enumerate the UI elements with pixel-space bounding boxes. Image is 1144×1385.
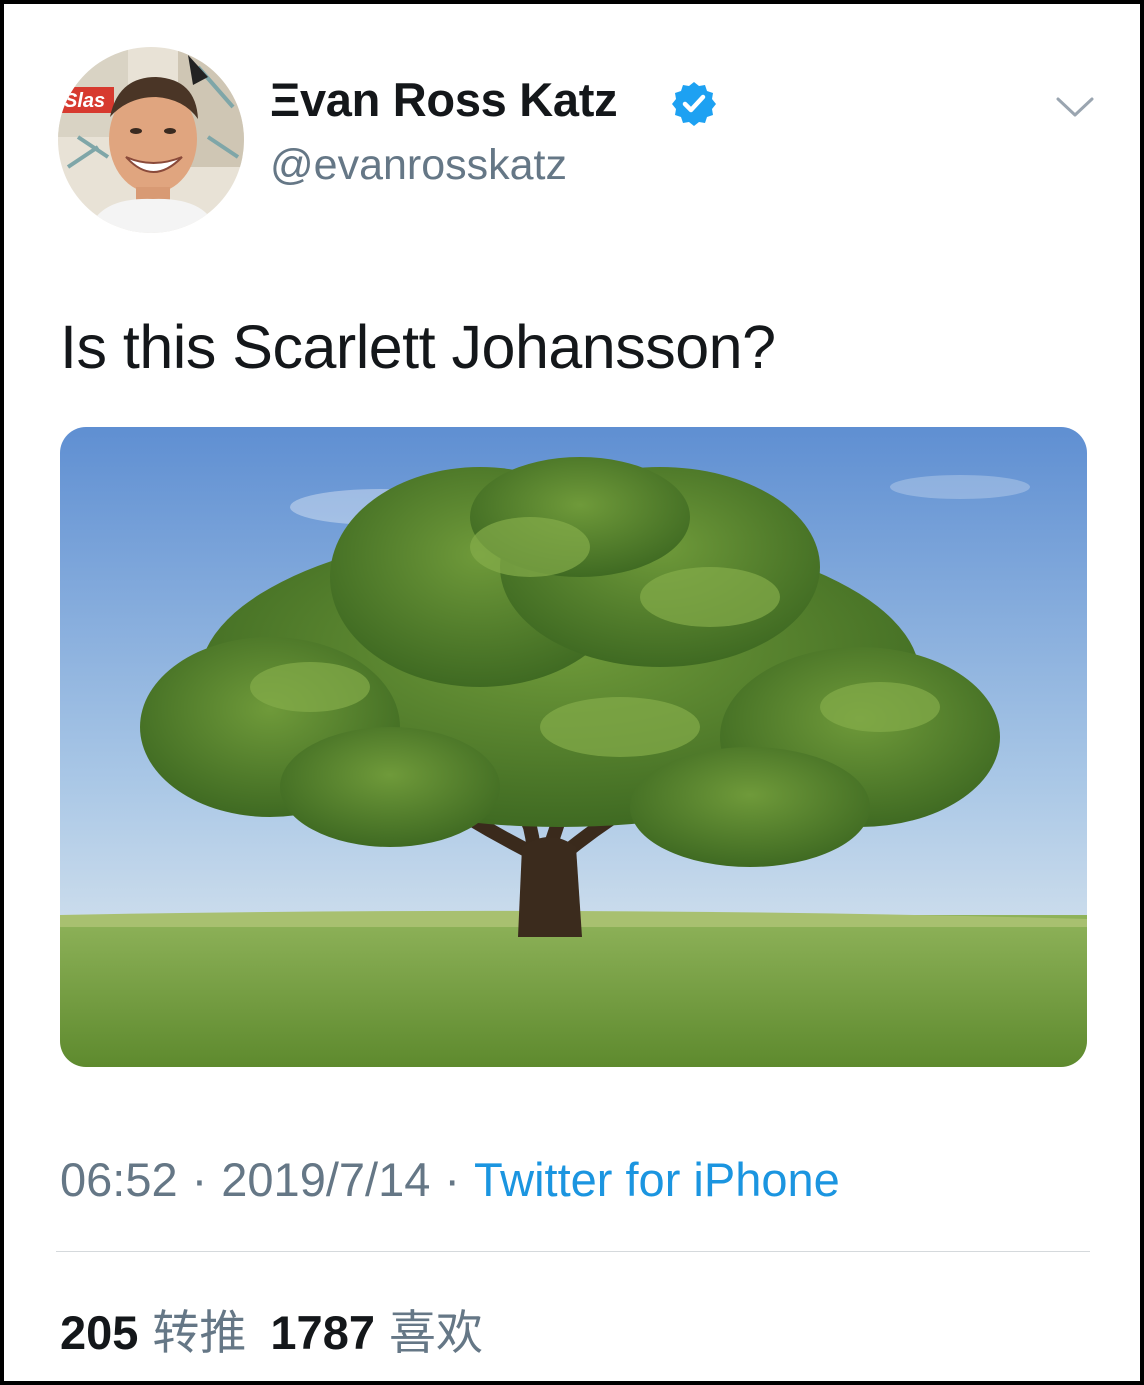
likes-label: 喜欢 <box>388 1306 483 1359</box>
tweet-media-photo[interactable] <box>60 427 1087 1067</box>
tweet-source-link[interactable]: Twitter for iPhone <box>474 1153 840 1206</box>
meta-separator: · <box>191 1153 208 1206</box>
author-display-name[interactable]: Ξvan Ross Katz <box>270 72 618 127</box>
likes-count: 1787 <box>270 1306 375 1359</box>
retweets-stat[interactable]: 205 转推 <box>60 1294 246 1363</box>
tweet-time: 06:52 <box>60 1153 178 1206</box>
divider <box>56 1251 1090 1252</box>
avatar[interactable]: Slas <box>58 47 244 233</box>
retweets-count: 205 <box>60 1306 139 1359</box>
author-handle[interactable]: @evanrosskatz <box>270 141 567 190</box>
tweet-stats: 205 转推 1787 喜欢 <box>60 1294 507 1363</box>
tweet-meta: 06:52 · 2019/7/14 · Twitter for iPhone <box>60 1152 840 1207</box>
retweets-label: 转推 <box>152 1306 247 1359</box>
tweet-card: Slas Ξvan Ross Katz @evanrosskatz Is thi… <box>0 0 1144 1385</box>
likes-stat[interactable]: 1787 喜欢 <box>270 1294 483 1363</box>
meta-separator: · <box>444 1153 461 1206</box>
verified-badge-icon <box>672 82 716 126</box>
svg-text:Slas: Slas <box>64 90 105 112</box>
avatar-image: Slas <box>58 47 244 233</box>
tree-photo-icon <box>60 427 1087 1067</box>
tweet-text: Is this Scarlett Johansson? <box>60 313 776 381</box>
chevron-down-icon[interactable] <box>1054 94 1096 120</box>
tweet-date: 2019/7/14 <box>221 1153 431 1206</box>
